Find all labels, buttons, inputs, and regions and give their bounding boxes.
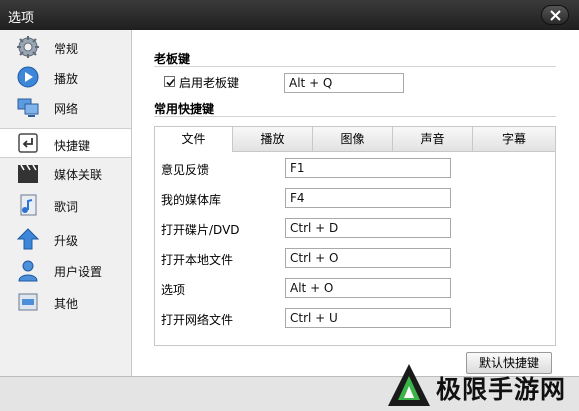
clapper-icon bbox=[18, 164, 38, 183]
close-button[interactable] bbox=[541, 5, 569, 25]
etc-icon bbox=[18, 293, 38, 311]
boss-key-input[interactable]: Alt + Q bbox=[284, 73, 404, 93]
shortcut-label-open-local-file: 打开本地文件 bbox=[161, 253, 234, 267]
sidebar-item-label: 常规 bbox=[54, 42, 79, 56]
sidebar-item-upgrade[interactable]: 升级 bbox=[0, 224, 131, 254]
boss-key-checkbox[interactable] bbox=[164, 76, 175, 87]
sidebar: 常规 播放 网络 快捷键 媒体关联 歌词 升级 用户设置 其他 bbox=[0, 30, 132, 376]
shortcut-icon bbox=[18, 133, 38, 153]
user-icon bbox=[18, 260, 38, 282]
sidebar-item-user-settings[interactable]: 用户设置 bbox=[0, 255, 131, 285]
tab-sound[interactable]: 声音 bbox=[393, 127, 473, 151]
shortcut-input-options[interactable]: Alt + O bbox=[285, 278, 451, 298]
sidebar-item-playback[interactable]: 播放 bbox=[0, 62, 131, 92]
gear-icon bbox=[17, 36, 39, 58]
shortcut-label-feedback: 意见反馈 bbox=[161, 163, 210, 177]
sidebar-item-label: 媒体关联 bbox=[54, 168, 103, 182]
shortcut-input-media-library[interactable]: F4 bbox=[285, 188, 451, 208]
shortcut-label-open-disc: 打开碟片/DVD bbox=[161, 223, 240, 237]
tab-bar: 文件 播放 图像 声音 字幕 bbox=[155, 127, 555, 152]
play-icon bbox=[17, 66, 39, 88]
shortcut-input-open-disc[interactable]: Ctrl + D bbox=[285, 218, 451, 238]
checkmark-icon bbox=[166, 78, 175, 87]
tab-subtitle[interactable]: 字幕 bbox=[473, 127, 555, 151]
shortcut-input-open-network-file[interactable]: Ctrl + U bbox=[285, 308, 451, 328]
sidebar-item-general[interactable]: 常规 bbox=[0, 32, 131, 62]
sidebar-item-network[interactable]: 网络 bbox=[0, 92, 131, 122]
close-icon bbox=[550, 10, 561, 21]
sidebar-item-label: 用户设置 bbox=[54, 265, 103, 279]
boss-key-checkbox-label: 启用老板键 bbox=[179, 76, 240, 90]
sidebar-item-shortcuts[interactable]: 快捷键 bbox=[0, 128, 131, 158]
boss-key-section-title: 老板键 bbox=[154, 52, 191, 66]
section-divider bbox=[154, 66, 556, 67]
tab-file[interactable]: 文件 bbox=[155, 127, 233, 152]
upgrade-arrow-icon bbox=[16, 228, 40, 250]
title-bar: 选项 bbox=[0, 0, 579, 30]
watermark-logo-icon bbox=[388, 364, 430, 406]
sidebar-item-label: 网络 bbox=[54, 102, 79, 116]
sidebar-item-label: 播放 bbox=[54, 72, 79, 86]
sidebar-item-label: 其他 bbox=[54, 297, 79, 311]
lyrics-icon bbox=[20, 194, 37, 216]
sidebar-item-media-association[interactable]: 媒体关联 bbox=[0, 158, 131, 188]
settings-content: 老板键 启用老板键 Alt + Q 常用快捷键 文件 播放 图像 声音 字幕 意… bbox=[132, 30, 579, 376]
watermark: 极限手游网 bbox=[378, 360, 579, 410]
sidebar-item-label: 升级 bbox=[54, 234, 79, 248]
sidebar-item-lyrics[interactable]: 歌词 bbox=[0, 190, 131, 220]
shortcuts-tab-panel: 文件 播放 图像 声音 字幕 意见反馈 F1 我的媒体库 F4 打开碟片/DVD… bbox=[154, 126, 556, 346]
tab-playback[interactable]: 播放 bbox=[233, 127, 313, 151]
sidebar-item-label: 歌词 bbox=[54, 200, 79, 214]
shortcut-input-feedback[interactable]: F1 bbox=[285, 158, 451, 178]
shortcut-input-open-local-file[interactable]: Ctrl + O bbox=[285, 248, 451, 268]
sidebar-item-label: 快捷键 bbox=[54, 139, 91, 153]
sidebar-item-other[interactable]: 其他 bbox=[0, 287, 131, 317]
section-divider bbox=[154, 116, 556, 117]
shortcut-label-options: 选项 bbox=[161, 283, 186, 297]
shortcut-label-open-network-file: 打开网络文件 bbox=[161, 313, 234, 327]
window-title: 选项 bbox=[8, 11, 35, 26]
shortcut-label-media-library: 我的媒体库 bbox=[161, 193, 222, 207]
watermark-text: 极限手游网 bbox=[436, 375, 567, 404]
tab-image[interactable]: 图像 bbox=[313, 127, 393, 151]
network-icon bbox=[17, 98, 39, 117]
shortcuts-section-title: 常用快捷键 bbox=[154, 102, 215, 116]
